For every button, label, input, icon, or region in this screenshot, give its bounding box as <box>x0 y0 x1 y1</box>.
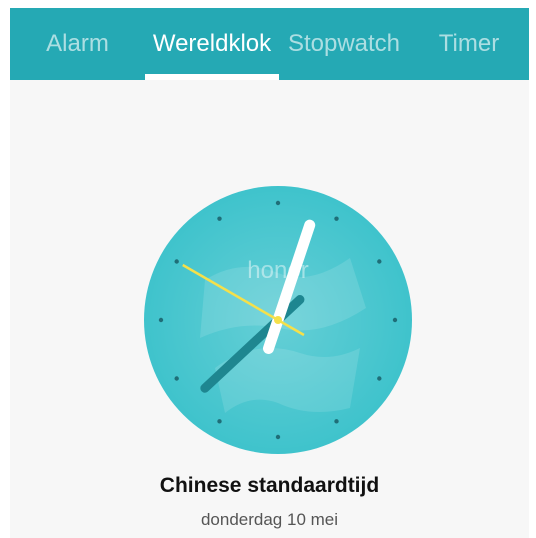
hour-marker <box>217 419 222 424</box>
app-window: Alarm Wereldklok Stopwatch Timer honor C… <box>10 8 529 538</box>
center-pin <box>274 316 282 324</box>
screen: Alarm Wereldklok Stopwatch Timer honor C… <box>0 0 536 538</box>
hour-marker <box>275 434 281 440</box>
hour-marker <box>217 216 222 221</box>
hour-marker <box>174 376 179 381</box>
hour-marker <box>174 259 179 264</box>
city-name: Chinese standaardtijd <box>159 474 380 497</box>
hour-marker <box>158 317 164 323</box>
world-clock-view: honor <box>10 8 529 538</box>
hour-marker <box>377 376 382 381</box>
hour-marker <box>334 216 339 221</box>
hour-marker <box>275 200 281 206</box>
hour-marker <box>377 259 382 264</box>
analog-clock[interactable]: honor <box>10 8 529 538</box>
city-date: donderdag 10 mei <box>200 510 339 529</box>
hour-marker <box>392 317 398 323</box>
hour-marker <box>334 419 339 424</box>
